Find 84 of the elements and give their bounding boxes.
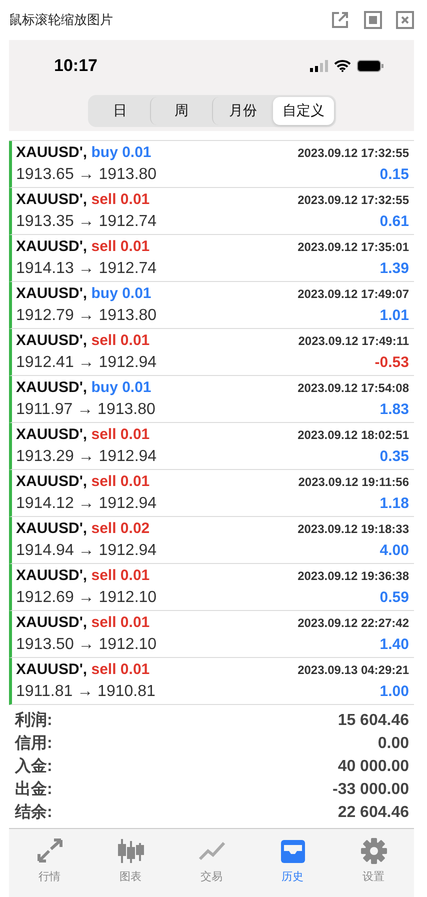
trade-profit: 1.83 bbox=[380, 401, 409, 418]
trade-prices: 1911.97 → 1913.80 bbox=[16, 401, 156, 419]
trade-row[interactable]: XAUUSD', sell 0.01 2023.09.12 19:11:56 1914.12 → 1912.94 1.18 bbox=[9, 470, 414, 517]
trade-time: 2023.09.12 17:32:55 bbox=[298, 193, 409, 207]
trade-title: XAUUSD', sell 0.01 bbox=[16, 473, 150, 490]
trade-time: 2023.09.12 19:36:38 bbox=[298, 569, 409, 583]
summary-label: 入金: bbox=[15, 756, 52, 777]
trade-title: XAUUSD', sell 0.02 bbox=[16, 520, 150, 537]
trade-row[interactable]: XAUUSD', buy 0.01 2023.09.12 17:49:07 1912.79 → 1913.80 1.01 bbox=[9, 282, 414, 329]
trade-prices: 1913.50 → 1912.10 bbox=[16, 636, 157, 654]
summary-value: -33 000.00 bbox=[332, 780, 409, 798]
trade-time: 2023.09.12 22:27:42 bbox=[298, 616, 409, 630]
summary-value: 22 604.46 bbox=[338, 804, 409, 822]
period-tab[interactable]: 周 bbox=[150, 97, 212, 125]
trade-time: 2023.09.12 19:18:33 bbox=[298, 522, 409, 536]
trade-time: 2023.09.12 17:54:08 bbox=[298, 381, 409, 395]
trade-profit: 1.00 bbox=[380, 683, 409, 700]
candlestick-icon bbox=[116, 837, 146, 865]
trade-time: 2023.09.12 17:35:01 bbox=[298, 240, 409, 254]
period-tab[interactable]: 自定义 bbox=[273, 97, 334, 125]
trade-time: 2023.09.12 18:02:51 bbox=[298, 428, 409, 442]
trade-title: XAUUSD', sell 0.01 bbox=[16, 426, 150, 443]
trade-prices: 1914.13 → 1912.74 bbox=[16, 260, 157, 278]
summary-label: 出金: bbox=[15, 780, 52, 800]
trade-prices: 1913.35 → 1912.74 bbox=[16, 213, 157, 231]
trade-title: XAUUSD', sell 0.01 bbox=[16, 238, 150, 255]
trade-title: XAUUSD', buy 0.01 bbox=[16, 285, 152, 302]
trade-time: 2023.09.12 17:32:55 bbox=[298, 146, 409, 160]
trade-row[interactable]: XAUUSD', sell 0.01 2023.09.12 18:02:51 1913.29 → 1912.94 0.35 bbox=[9, 423, 414, 470]
summary-label: 利润: bbox=[15, 710, 52, 731]
trade-row[interactable]: XAUUSD', sell 0.01 2023.09.12 22:27:42 1913.50 → 1912.10 1.40 bbox=[9, 611, 414, 658]
trade-time: 2023.09.12 17:49:07 bbox=[298, 287, 409, 301]
trade-profit: -0.53 bbox=[374, 354, 409, 371]
trade-prices: 1914.12 → 1912.94 bbox=[16, 495, 157, 513]
nav-tab[interactable]: 历史 bbox=[252, 837, 333, 884]
trade-title: XAUUSD', buy 0.01 bbox=[16, 144, 152, 161]
trade-prices: 1913.65 → 1913.80 bbox=[16, 166, 157, 184]
summary-value: 40 000.00 bbox=[338, 758, 409, 776]
trade-title: XAUUSD', sell 0.01 bbox=[16, 614, 150, 631]
trade-prices: 1911.81 → 1910.81 bbox=[16, 683, 156, 701]
signal-icon bbox=[310, 60, 328, 72]
trade-prices: 1914.94 → 1912.94 bbox=[16, 542, 157, 560]
trade-profit: 0.59 bbox=[380, 589, 409, 606]
trade-row[interactable]: XAUUSD', sell 0.01 2023.09.13 04:29:21 1911.81 → 1910.81 1.00 bbox=[9, 658, 414, 705]
trade-profit: 1.39 bbox=[380, 260, 409, 277]
trade-row[interactable]: XAUUSD', buy 0.01 2023.09.12 17:32:55 1913.65 → 1913.80 0.15 bbox=[9, 141, 414, 188]
close-icon[interactable] bbox=[396, 11, 414, 29]
trade-row[interactable]: XAUUSD', sell 0.02 2023.09.12 19:18:33 1914.94 → 1912.94 4.00 bbox=[9, 517, 414, 564]
summary-label: 信用: bbox=[15, 734, 52, 754]
fit-window-icon[interactable] bbox=[364, 11, 382, 29]
trade-title: XAUUSD', sell 0.01 bbox=[16, 661, 150, 678]
trade-profit: 1.40 bbox=[380, 636, 409, 653]
trade-title: XAUUSD', sell 0.01 bbox=[16, 191, 150, 208]
trade-profit: 0.35 bbox=[380, 448, 409, 465]
summary-value: 0.00 bbox=[378, 734, 409, 752]
trade-title: XAUUSD', sell 0.01 bbox=[16, 567, 150, 584]
trade-row[interactable]: XAUUSD', sell 0.01 2023.09.12 17:49:11 1912.41 → 1912.94 -0.53 bbox=[9, 329, 414, 376]
summary-value: 15 604.46 bbox=[338, 712, 409, 730]
trade-row[interactable]: XAUUSD', sell 0.01 2023.09.12 19:36:38 1912.69 → 1912.10 0.59 bbox=[9, 564, 414, 611]
trade-prices: 1912.41 → 1912.94 bbox=[16, 354, 157, 372]
trade-time: 2023.09.12 17:49:11 bbox=[298, 334, 409, 348]
battery-icon bbox=[357, 60, 384, 72]
trade-prices: 1913.29 → 1912.94 bbox=[16, 448, 157, 466]
summary-label: 结余: bbox=[15, 802, 52, 823]
status-time: 10:17 bbox=[54, 56, 98, 76]
trade-title: XAUUSD', buy 0.01 bbox=[16, 379, 152, 396]
window-title: 鼠标滚轮缩放图片 bbox=[9, 11, 113, 29]
trade-profit: 1.01 bbox=[380, 307, 409, 324]
trade-profit: 0.15 bbox=[380, 166, 409, 183]
trade-title: XAUUSD', sell 0.01 bbox=[16, 332, 150, 349]
trade-row[interactable]: XAUUSD', sell 0.01 2023.09.12 17:32:55 1913.35 → 1912.74 0.61 bbox=[9, 188, 414, 235]
trade-profit: 0.61 bbox=[380, 213, 409, 230]
trade-prices: 1912.69 → 1912.10 bbox=[16, 589, 157, 607]
trade-time: 2023.09.12 19:11:56 bbox=[298, 475, 409, 489]
trade-profit: 1.18 bbox=[380, 495, 409, 512]
settings-icon bbox=[360, 837, 388, 865]
period-tab[interactable]: 日 bbox=[90, 97, 150, 125]
trade-prices: 1912.79 → 1913.80 bbox=[16, 307, 157, 325]
trade-row[interactable]: XAUUSD', buy 0.01 2023.09.12 17:54:08 1911.97 → 1913.80 1.83 bbox=[9, 376, 414, 423]
wifi-icon bbox=[334, 60, 351, 72]
trade-profit: 4.00 bbox=[380, 542, 409, 559]
open-external-icon[interactable] bbox=[330, 10, 350, 30]
trade-time: 2023.09.13 04:29:21 bbox=[298, 663, 409, 677]
arrows-icon bbox=[34, 837, 64, 865]
